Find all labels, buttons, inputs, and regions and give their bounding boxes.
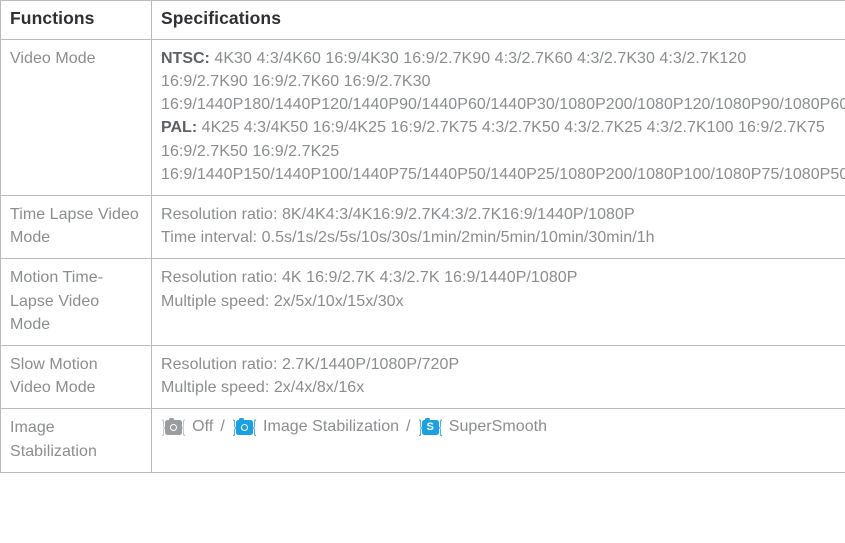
standard-label: NTSC: [161, 49, 210, 67]
table-row: Video Mode NTSC: 4K30 4:3/4K60 16:9/4K30… [0, 38, 845, 197]
stabilization-label: Image Stabilization [262, 418, 400, 436]
stabilization-label: Off [192, 418, 214, 436]
spec-line: Time interval: 0.5s/1s/2s/5s/10s/30s/1mi… [161, 229, 655, 247]
spec-line: PAL: 4K25 4:3/4K50 16:9/4K25 16:9/2.7K75… [161, 116, 845, 186]
camera-body [235, 417, 253, 435]
stabilization-label: SuperSmooth [448, 418, 548, 436]
function-name: Slow Motion Video Mode [0, 344, 152, 410]
table-body: Video Mode NTSC: 4K30 4:3/4K60 16:9/4K30… [0, 38, 845, 473]
shake-brace-right: { [438, 417, 442, 438]
spec-line: Multiple speed: 2x/5x/10x/15x/30x [161, 292, 404, 310]
table-row: Image Stabilization } { Off /} {Image … [0, 408, 845, 473]
spec-text: 4K30 4:3/4K60 16:9/4K30 16:9/2.7K90 4:3/… [161, 49, 845, 114]
spec-line: Resolution ratio: 8K/4K4:3/4K16:9/2.7K4:… [161, 206, 635, 223]
function-name: Image Stabilization [0, 408, 152, 473]
spec-line: NTSC: 4K30 4:3/4K60 16:9/4K30 16:9/2.7K9… [161, 47, 845, 117]
table-row: Time Lapse Video Mode Resolution ratio: … [0, 194, 845, 260]
specification-value: Resolution ratio: 2.7K/1440P/1080P/720P … [151, 344, 845, 410]
specification-value: Resolution ratio: 4K 16:9/2.7K 4:3/2.7K … [151, 258, 845, 346]
specification-value: Resolution ratio: 8K/4K4:3/4K16:9/2.7K4:… [151, 194, 845, 260]
stabilization-options: } { Off / } {Image Stabilization /} S … [161, 416, 836, 438]
supersmooth-body: S [421, 417, 439, 435]
spec-line: Resolution ratio: 4K 16:9/2.7K 4:3/2.7K … [161, 269, 578, 287]
specification-value: NTSC: 4K30 4:3/4K60 16:9/4K30 16:9/2.7K9… [151, 38, 845, 197]
header-specifications: Specifications [151, 0, 845, 40]
option-separator: / [406, 418, 411, 436]
function-name: Time Lapse Video Mode [0, 194, 152, 260]
header-functions: Functions [0, 0, 152, 40]
camera-body [165, 417, 183, 435]
camera-off-icon: } { [161, 417, 186, 438]
stabilization-option-supersmooth: } S { SuperSmooth [418, 416, 548, 438]
supersmooth-s-icon: } S { [418, 417, 443, 438]
table-row: Motion Time-Lapse Video Mode Resolution … [0, 258, 845, 346]
spec-line: Resolution ratio: 2.7K/1440P/1080P/720P [161, 355, 460, 373]
specifications-table: Functions Specifications Video Mode NTSC… [0, 0, 845, 473]
spec-text: 4K25 4:3/4K50 16:9/4K25 16:9/2.7K75 4:3/… [161, 119, 845, 183]
table-row: Slow Motion Video Mode Resolution ratio:… [0, 344, 845, 410]
camera-stabilization-icon: } { [232, 417, 257, 438]
stabilization-option-off: } { Off [161, 416, 213, 438]
function-name: Video Mode [0, 38, 152, 197]
table-header-row: Functions Specifications [0, 0, 845, 40]
stabilization-option-image-stabilization: } { Image Stabilization [232, 416, 399, 438]
option-separator: / [220, 418, 225, 436]
s-glyph: S [426, 421, 434, 433]
camera-lens [170, 424, 178, 431]
specification-value: } { Off / } {Image Stabilization /} S … [151, 408, 845, 473]
shake-brace-right: { [182, 417, 186, 438]
spec-line: Multiple speed: 2x/4x/8x/16x [161, 379, 365, 397]
function-name: Motion Time-Lapse Video Mode [0, 258, 152, 346]
standard-label: PAL: [161, 119, 198, 137]
shake-brace-right: { [252, 417, 256, 438]
camera-lens [240, 424, 248, 431]
